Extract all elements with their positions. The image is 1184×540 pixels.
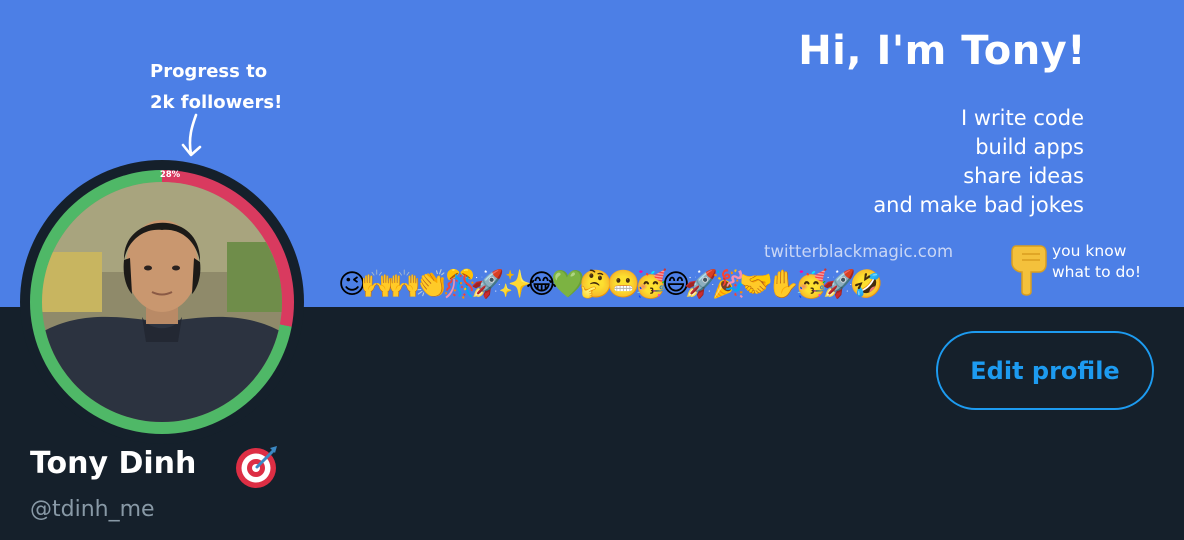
tagline-line: build apps	[975, 135, 1084, 159]
target-icon	[236, 446, 277, 488]
display-name: Tony Dinh	[30, 446, 197, 481]
progress-note-line: Progress to	[150, 61, 268, 82]
avatar[interactable]: 28%	[20, 160, 304, 444]
banner-site-text: twitterblackmagic.com	[764, 242, 954, 261]
tagline-line: and make bad jokes	[873, 193, 1084, 217]
progress-note-line: 2k followers!	[150, 92, 283, 113]
progress-note: Progress to 2k followers!	[150, 56, 310, 118]
edit-profile-button[interactable]: Edit profile	[936, 331, 1154, 410]
banner-cta: you know what to do!	[1052, 241, 1141, 283]
tagline-line: I write code	[961, 106, 1084, 130]
progress-percent-label: 28%	[159, 170, 181, 180]
banner-headline: Hi, I'm Tony!	[798, 28, 1086, 74]
emoji-row: 😉🙌🙌👏🎊🚀✨😂💚🤔😬🥳😄🚀🎉🤝✋🥳🚀🤣	[338, 268, 883, 300]
cta-line: you know	[1052, 242, 1127, 260]
user-handle: @tdinh_me	[30, 497, 155, 522]
cta-line: what to do!	[1052, 263, 1142, 281]
tagline-line: share ideas	[963, 164, 1084, 188]
avatar-photo-image	[42, 182, 282, 422]
banner-tagline: I write code build apps share ideas and …	[724, 104, 1084, 220]
pointing-down-hand-icon	[1011, 245, 1047, 296]
arrow-down-icon	[181, 113, 202, 157]
avatar-photo	[42, 182, 282, 422]
